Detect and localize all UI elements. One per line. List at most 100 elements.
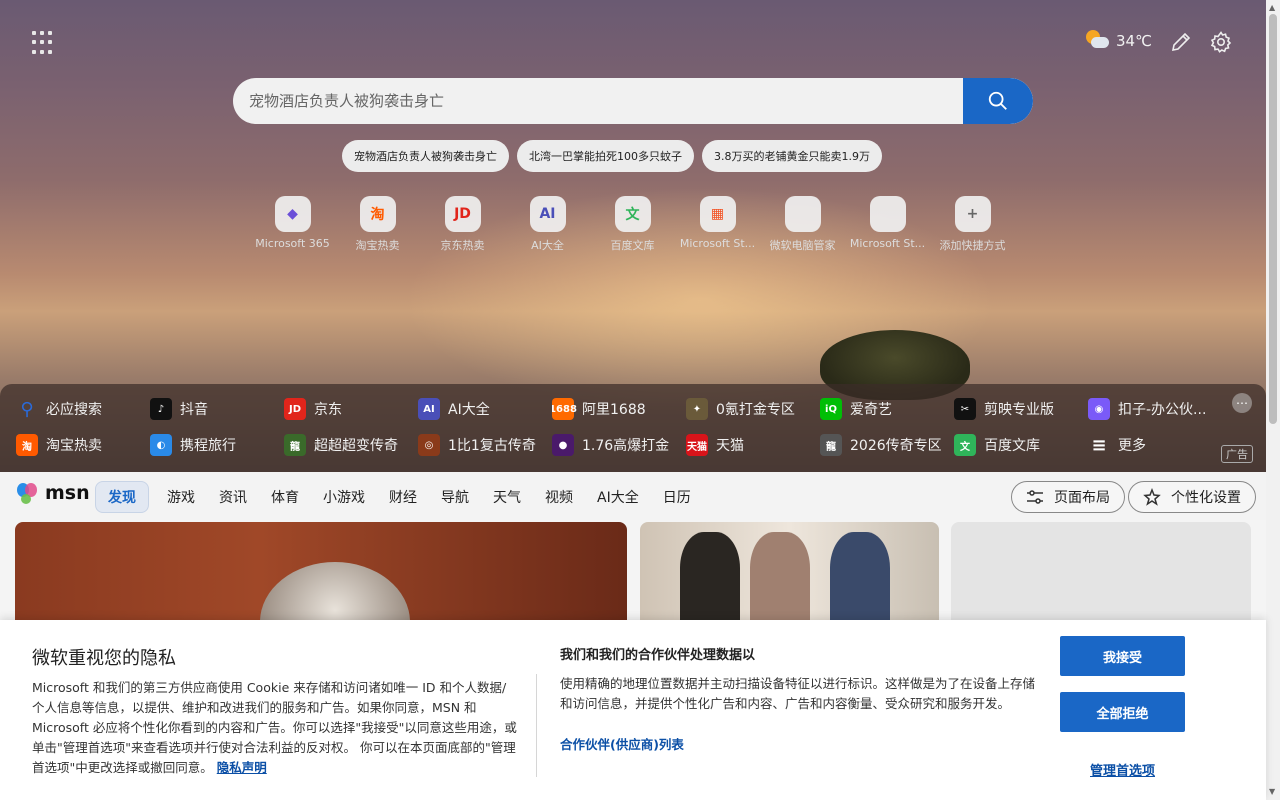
- ad-badge: 广告: [1221, 445, 1253, 463]
- quick-link-label: 京东热卖: [440, 239, 485, 252]
- shortcut-item[interactable]: AI AI大全: [418, 398, 552, 420]
- trending-chip[interactable]: 宠物酒店负责人被狗袭击身亡: [342, 140, 509, 172]
- shortcut-label: 2026传奇专区: [850, 438, 942, 454]
- tab-nav[interactable]: AI大全: [585, 481, 651, 513]
- msn-navbar: msn 发现 游戏 资讯 体育 小游戏 财经 导航 天气 视频 AI大全 日历 页面布局 个性化设置: [0, 472, 1266, 520]
- tab-nav[interactable]: 天气: [481, 481, 533, 513]
- shortcuts-row-1: ⚲ 必应搜索 ♪ 抖音 JD 京东 AI AI大全 1688 阿里1688 ✦ 0氪打金专区 iQ 爱奇艺…: [16, 398, 1222, 420]
- accept-button[interactable]: 我接受: [1060, 636, 1185, 676]
- weather-temp: 34℃: [1116, 32, 1152, 50]
- shortcut-item[interactable]: ● 1.76高爆打金: [552, 434, 686, 456]
- shortcut-label: 携程旅行: [180, 438, 236, 454]
- personalize-button[interactable]: 个性化设置: [1128, 481, 1256, 513]
- search-icon: [988, 91, 1007, 110]
- msn-nav-tabs: 发现 游戏 资讯 体育 小游戏 财经 导航 天气 视频 AI大全 日历: [95, 481, 703, 513]
- quick-link[interactable]: ◆ Microsoft 365: [250, 196, 335, 253]
- page-scrollbar[interactable]: ▲ ▼: [1266, 0, 1280, 800]
- shortcut-item[interactable]: 淘淘宝热卖: [16, 434, 150, 456]
- scrollbar-thumb[interactable]: [1269, 14, 1277, 424]
- shortcut-item[interactable]: JD 京东: [284, 398, 418, 420]
- shortcut-item[interactable]: ♪ 抖音: [150, 398, 284, 420]
- search-button[interactable]: [963, 78, 1033, 124]
- shortcut-label: AI大全: [448, 402, 490, 418]
- page-layout-button[interactable]: 页面布局: [1011, 481, 1125, 513]
- shortcuts-row-2: 淘淘宝热卖 ◐ 携程旅行龍超超超变传奇 ◎ 1比1复古传奇 ● 1.76高爆打金 天猫 天猫龍 2…: [16, 434, 1222, 456]
- shortcut-item[interactable]: ◐ 携程旅行: [150, 434, 284, 456]
- more-options-icon[interactable]: ⋯: [1232, 393, 1252, 413]
- shortcut-item[interactable]: 1688 阿里1688: [552, 398, 686, 420]
- app-launcher-icon[interactable]: [32, 31, 56, 55]
- quick-link[interactable]: Microsoft St...: [845, 196, 930, 253]
- quick-link[interactable]: ▦ Microsoft St...: [675, 196, 760, 253]
- partners-list-link[interactable]: 合作伙伴(供应商)列表: [560, 734, 684, 753]
- trending-chip[interactable]: 北湾一巴掌能拍死100多只蚊子: [517, 140, 694, 172]
- shortcut-item[interactable]: ≡ 更多: [1088, 434, 1222, 456]
- shortcut-item[interactable]: 龍 2026传奇专区: [820, 434, 954, 456]
- shortcut-item[interactable]: iQ 爱奇艺: [820, 398, 954, 420]
- tab-discover[interactable]: 发现: [95, 481, 149, 513]
- taobao-icon: 淘: [359, 196, 396, 232]
- quick-link-label: 淘宝热卖: [355, 239, 400, 252]
- msn-logo[interactable]: msn: [16, 481, 90, 505]
- personalize-label: 个性化设置: [1171, 490, 1241, 506]
- tab-nav[interactable]: 资讯: [207, 481, 259, 513]
- shortcut-label: 抖音: [180, 402, 208, 418]
- shortcut-item[interactable]: 天猫 天猫: [686, 434, 820, 456]
- tmall-icon: 天猫: [686, 434, 708, 456]
- search-input[interactable]: [233, 78, 963, 124]
- news-card-image[interactable]: [640, 522, 939, 620]
- settings-gear-icon[interactable]: [1209, 30, 1233, 54]
- tab-nav[interactable]: 体育: [259, 481, 311, 513]
- scroll-up-icon[interactable]: ▲: [1269, 3, 1275, 12]
- quick-link[interactable]: 淘淘宝热卖: [335, 196, 420, 253]
- tab-nav[interactable]: 日历: [651, 481, 703, 513]
- shortcut-label: 淘宝热卖: [46, 438, 102, 454]
- edit-pencil-icon[interactable]: [1169, 30, 1193, 54]
- shortcuts-panel: ⚲ 必应搜索 ♪ 抖音 JD 京东 AI AI大全 1688 阿里1688 ✦ 0氪打金专区 iQ 爱奇艺…: [0, 384, 1266, 472]
- tab-nav[interactable]: 导航: [429, 481, 481, 513]
- divider: [536, 674, 537, 777]
- scroll-down-icon[interactable]: ▼: [1269, 787, 1275, 796]
- news-card-image[interactable]: [15, 522, 627, 620]
- quick-link-label: Microsoft 365: [255, 237, 330, 250]
- sliders-icon: [1027, 490, 1043, 504]
- msn-butterfly-icon: [17, 483, 37, 504]
- quick-links: ◆ Microsoft 365 淘淘宝热卖 JD 京东热卖 AI AI大全 文百度文库 ▦ Mic…: [250, 196, 1015, 253]
- shortcut-item[interactable]: ⚲ 必应搜索: [16, 398, 150, 420]
- jd-icon: JD: [444, 196, 481, 232]
- baidu-wenku-icon: 文: [954, 434, 976, 456]
- quick-link-label: AI大全: [531, 239, 564, 252]
- quick-link[interactable]: JD 京东热卖: [420, 196, 505, 253]
- shortcut-label: 天猫: [716, 438, 744, 454]
- manage-preferences-link[interactable]: 管理首选项: [1090, 760, 1155, 779]
- shortcut-item[interactable]: ◉ 扣子-办公伙...: [1088, 398, 1222, 420]
- tab-nav[interactable]: 视频: [533, 481, 585, 513]
- shortcut-item[interactable]: 文百度文库: [954, 434, 1088, 456]
- tab-nav[interactable]: 游戏: [155, 481, 207, 513]
- quick-link[interactable]: 文百度文库: [590, 196, 675, 253]
- quick-link[interactable]: + 添加快捷方式: [930, 196, 1015, 253]
- jd-icon: JD: [284, 398, 306, 420]
- quick-link[interactable]: AI AI大全: [505, 196, 590, 253]
- consent-body: Microsoft 和我们的第三方供应商使用 Cookie 来存储和访问诸如唯一…: [32, 678, 517, 778]
- shortcut-item[interactable]: 龍超超超变传奇: [284, 434, 418, 456]
- quick-link-label: 微软电脑管家: [769, 239, 836, 252]
- alibaba-1688-icon: 1688: [552, 398, 577, 420]
- ai-icon: AI: [418, 398, 440, 420]
- iqiyi-icon: iQ: [820, 398, 842, 420]
- trending-chips: 宠物酒店负责人被狗袭击身亡 北湾一巴掌能拍死100多只蚊子 3.8万买的老铺黄金…: [342, 140, 882, 172]
- quick-link[interactable]: 微软电脑管家: [760, 196, 845, 253]
- trending-chip[interactable]: 3.8万买的老铺黄金只能卖1.9万: [702, 140, 882, 172]
- reject-all-button[interactable]: 全部拒绝: [1060, 692, 1185, 732]
- ctrip-icon: ◐: [150, 434, 172, 456]
- news-card-placeholder[interactable]: [951, 522, 1251, 620]
- shortcut-item[interactable]: ✦ 0氪打金专区: [686, 398, 820, 420]
- privacy-statement-link[interactable]: 隐私声明: [217, 760, 267, 775]
- more-menu-icon: ≡: [1091, 434, 1107, 456]
- baidu-wenku-icon: 文: [614, 196, 651, 232]
- tab-nav[interactable]: 小游戏: [311, 481, 377, 513]
- shortcut-item[interactable]: ◎ 1比1复古传奇: [418, 434, 552, 456]
- tab-nav[interactable]: 财经: [377, 481, 429, 513]
- weather-widget[interactable]: 34℃: [1084, 28, 1152, 54]
- shortcut-item[interactable]: ✂ 剪映专业版: [954, 398, 1088, 420]
